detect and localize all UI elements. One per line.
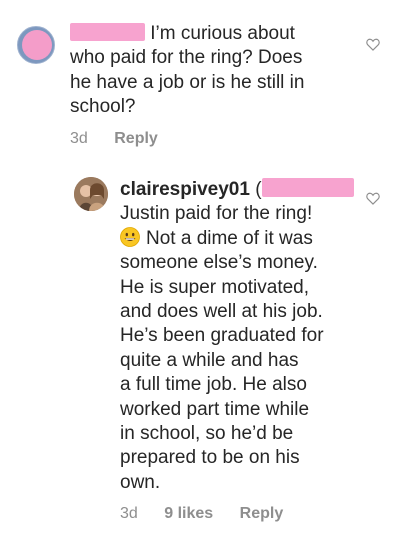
comment-1-meta: 3d Reply [70, 130, 180, 148]
like-heart-icon[interactable] [366, 192, 380, 205]
timestamp: 3d [120, 505, 138, 522]
like-heart-icon[interactable] [366, 38, 380, 51]
comment-2-line: a full time job. He also [120, 374, 307, 396]
couple-photo-icon [74, 177, 108, 211]
grinning-face-emoji-icon [120, 226, 140, 247]
redacted-name [261, 178, 354, 197]
comment-2-meta: 3d 9 likes Reply [120, 505, 305, 523]
redaction-mark [22, 30, 52, 60]
reply-button[interactable]: Reply [114, 130, 158, 147]
commenter-avatar[interactable] [17, 26, 55, 64]
comment-1-line: school? [70, 96, 136, 118]
comment-2-line: He is super motivated, [120, 276, 310, 298]
comment-1-line: who paid for the ring? Does [70, 47, 303, 69]
comment-2-line: own. [120, 471, 161, 493]
comment-2-line: in school, so he’d be [120, 423, 294, 445]
comment-2-line: prepared to be on his [120, 447, 300, 469]
timestamp: 3d [70, 130, 88, 147]
comment-2-line: He’s been graduated for [120, 325, 324, 347]
username-link[interactable]: clairespivey01 [120, 179, 250, 200]
comment-2-line: someone else’s money. [120, 252, 318, 274]
comment-1-body: I’m curious about who paid for the ring?… [70, 22, 370, 120]
comment-1-line: I’m curious about [150, 23, 295, 44]
redacted-username[interactable] [70, 23, 145, 41]
comment-2-line: Not a dime of it was [146, 227, 313, 249]
comment-2-line: and does well at his job. [120, 301, 323, 323]
likes-count-link[interactable]: 9 likes [164, 505, 213, 522]
comment-1-line: he have a job or is he still in [70, 71, 305, 93]
reply-button[interactable]: Reply [240, 505, 284, 522]
comment-2-line: Justin paid for the ring! [120, 203, 313, 225]
claire-avatar[interactable] [74, 177, 108, 211]
comment-2-line: worked part time while [120, 398, 310, 420]
comment-2-line: quite a while and has [120, 349, 299, 371]
paren: ( [255, 179, 262, 200]
comment-2-body: clairespivey01 ( Justin paid for the rin… [120, 178, 370, 495]
